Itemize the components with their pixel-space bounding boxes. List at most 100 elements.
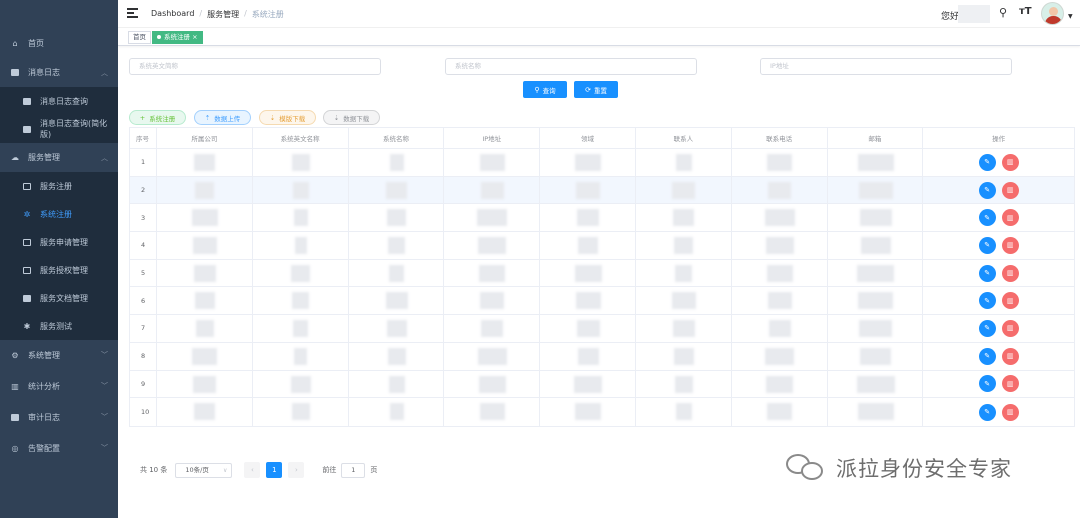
redacted-cell — [732, 232, 828, 259]
redacted-cell — [828, 315, 924, 342]
redacted-cell — [444, 315, 541, 342]
delete-icon[interactable]: ▥ — [1001, 292, 1019, 310]
redacted-block — [192, 347, 218, 365]
avatar[interactable] — [1041, 2, 1064, 25]
sidebar-item-system-register[interactable]: ✲ 系统注册 — [0, 200, 118, 228]
delete-icon[interactable]: ▥ — [1001, 403, 1019, 421]
breadcrumb-dashboard[interactable]: Dashboard — [151, 9, 194, 20]
edit-icon[interactable]: ✎ — [978, 236, 996, 254]
wechat-logo-icon — [786, 452, 828, 484]
prev-page-button[interactable]: ‹ — [244, 462, 261, 478]
row-index: 4 — [130, 232, 157, 259]
breadcrumb: Dashboard / 服务管理 / 系统注册 — [151, 9, 284, 20]
redacted-cell — [540, 232, 636, 259]
redacted-cell — [444, 398, 541, 426]
breadcrumb-service-management[interactable]: 服务管理 — [207, 9, 239, 20]
tag-home[interactable]: 首页 — [128, 31, 151, 44]
hamburger-icon[interactable] — [127, 8, 138, 18]
delete-icon[interactable]: ▥ — [1001, 264, 1019, 282]
table-row[interactable]: 4 ✎ ▥ — [130, 232, 1074, 260]
edit-icon[interactable]: ✎ — [978, 319, 996, 337]
tag-system-register[interactable]: 系统注册 × — [152, 31, 203, 44]
sidebar-item-service-management[interactable]: ☁ 服务管理 ︿ — [0, 143, 118, 172]
sidebar-item-service-test[interactable]: ✱ 服务测试 — [0, 312, 118, 340]
delete-icon[interactable]: ▥ — [1001, 375, 1019, 393]
redacted-cell — [349, 259, 445, 287]
redacted-block — [478, 375, 506, 393]
table-row[interactable]: 7 ✎ ▥ — [130, 315, 1074, 343]
system-name-input[interactable]: 系统名称 — [445, 58, 697, 75]
column-header: 联系电话 — [732, 128, 828, 148]
redacted-block — [385, 292, 408, 310]
sidebar-item-system-management[interactable]: ⚙ 系统管理 ﹀ — [0, 340, 118, 371]
redacted-block — [675, 264, 693, 282]
page-size-select[interactable]: 10条/页 ∨ — [175, 462, 233, 478]
sidebar-item-service-apply[interactable]: 服务申请管理 — [0, 228, 118, 256]
system-abbr-input[interactable]: 系统英文简称 — [129, 58, 381, 75]
page-button-1[interactable]: 1 — [266, 462, 283, 478]
edit-icon[interactable]: ✎ — [978, 209, 996, 227]
redacted-cell — [828, 342, 924, 370]
redacted-block — [292, 181, 309, 199]
sidebar-item-label: 服务管理 — [28, 153, 60, 162]
sidebar-item-message-log[interactable]: 消息日志 ︿ — [0, 58, 118, 87]
caret-down-icon[interactable]: ▼ — [1068, 13, 1073, 20]
sidebar-item-audit-log[interactable]: 审计日志 ﹀ — [0, 402, 118, 433]
sidebar-item-service-doc[interactable]: 服务文档管理 — [0, 284, 118, 312]
delete-icon[interactable]: ▥ — [1001, 153, 1019, 171]
ip-address-input[interactable]: IP地址 — [760, 58, 1012, 75]
sidebar-item-alert-config[interactable]: ◎ 告警配置 ﹀ — [0, 433, 118, 464]
close-icon[interactable]: × — [192, 33, 197, 41]
table-row[interactable]: 2 ✎ ▥ — [130, 176, 1074, 205]
query-button[interactable]: ⚲ 查询 — [523, 81, 567, 98]
delete-icon[interactable]: ▥ — [1001, 209, 1019, 227]
sidebar-item-service-auth[interactable]: 服务授权管理 — [0, 256, 118, 284]
edit-icon[interactable]: ✎ — [978, 347, 996, 365]
delete-icon[interactable]: ▥ — [1001, 347, 1019, 365]
table-row[interactable]: 10 ✎ ▥ — [130, 398, 1074, 426]
table-row[interactable]: 5 ✎ ▥ — [130, 259, 1074, 288]
edit-icon[interactable]: ✎ — [978, 403, 996, 421]
goto-prefix: 前往 — [322, 466, 337, 474]
redacted-block — [675, 403, 692, 421]
table-row[interactable]: 9 ✎ ▥ — [130, 370, 1074, 399]
redacted-cell — [828, 204, 924, 232]
table-row[interactable]: 1 ✎ ▥ — [130, 149, 1074, 177]
redacted-cell — [732, 315, 828, 342]
chevron-down-icon: ∨ — [222, 466, 228, 474]
delete-icon[interactable]: ▥ — [1001, 181, 1019, 199]
app-root: ⌂ 首页 消息日志 ︿ 消息日志查询 消息日志查询(简化版) ☁ 服务管理 ︿ — [0, 0, 1080, 518]
table-row[interactable]: 8 ✎ ▥ — [130, 342, 1074, 371]
search-icon[interactable]: ⚲ — [999, 6, 1007, 19]
data-upload-button[interactable]: ⇡ 数据上传 — [194, 110, 251, 125]
table-row[interactable]: 3 ✎ ▥ — [130, 204, 1074, 233]
goto-suffix: 页 — [370, 466, 378, 474]
edit-icon[interactable]: ✎ — [978, 153, 996, 171]
redacted-block — [857, 403, 894, 421]
redacted-cell — [540, 204, 636, 232]
apply-icon — [22, 237, 32, 247]
font-size-icon[interactable]: ᴛT — [1019, 6, 1032, 17]
edit-icon[interactable]: ✎ — [978, 264, 996, 282]
edit-icon[interactable]: ✎ — [978, 292, 996, 310]
active-dot-icon — [157, 35, 161, 39]
sidebar-item-service-register[interactable]: 服务注册 — [0, 172, 118, 200]
system-register-button[interactable]: + 系统注册 — [129, 110, 186, 125]
edit-icon[interactable]: ✎ — [978, 375, 996, 393]
row-index: 3 — [130, 204, 157, 232]
data-download-button[interactable]: ⇣ 数据下载 — [323, 110, 380, 125]
delete-icon[interactable]: ▥ — [1001, 236, 1019, 254]
sidebar-item-statistics[interactable]: ▥ 统计分析 ﹀ — [0, 371, 118, 402]
template-download-button[interactable]: ⇣ 模版下载 — [259, 110, 316, 125]
sidebar-item-label: 系统注册 — [40, 209, 72, 219]
sidebar-item-message-log-query-simple[interactable]: 消息日志查询(简化版) — [0, 115, 118, 143]
delete-icon[interactable]: ▥ — [1001, 319, 1019, 337]
next-page-button[interactable]: › — [288, 462, 305, 478]
edit-icon[interactable]: ✎ — [978, 181, 996, 199]
sidebar-item-home[interactable]: ⌂ 首页 — [0, 29, 118, 58]
column-header: 系统名称 — [349, 128, 445, 148]
goto-page-input[interactable]: 1 — [341, 462, 366, 478]
reset-button[interactable]: ⟳ 重置 — [574, 81, 618, 98]
table-row[interactable]: 6 ✎ ▥ — [130, 287, 1074, 316]
sidebar-item-message-log-query[interactable]: 消息日志查询 — [0, 87, 118, 115]
